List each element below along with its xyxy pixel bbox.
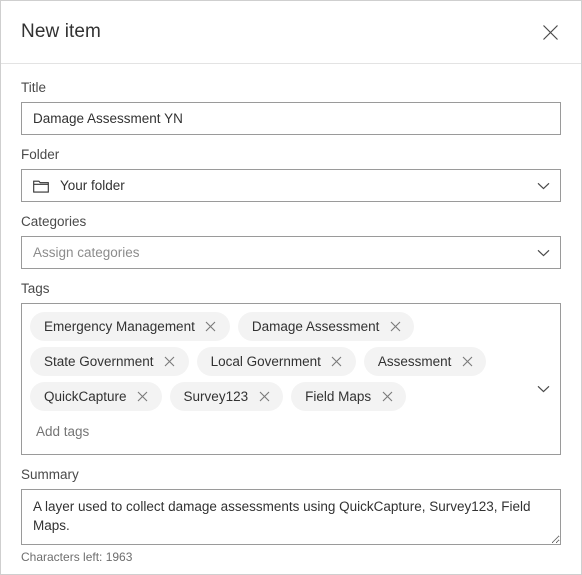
tag-chip-label: QuickCapture	[44, 389, 127, 404]
title-input[interactable]	[21, 102, 561, 135]
tag-chip: Damage Assessment	[237, 312, 415, 341]
categories-label: Categories	[21, 214, 87, 229]
chevron-down-icon	[535, 245, 551, 261]
chevron-down-icon	[535, 178, 551, 194]
tags-label: Tags	[21, 281, 50, 296]
folder-icon	[33, 179, 49, 193]
tag-chip-label: Damage Assessment	[251, 319, 380, 334]
categories-placeholder: Assign categories	[33, 245, 140, 260]
tag-remove-icon[interactable]	[327, 352, 347, 372]
tag-chip: Assessment	[363, 347, 487, 376]
tag-chip-label: Field Maps	[305, 389, 372, 404]
tag-chip-label: State Government	[44, 354, 154, 369]
tag-remove-icon[interactable]	[160, 352, 180, 372]
dialog-body: Title Folder Your folder	[1, 64, 581, 564]
summary-label: Summary	[21, 467, 79, 482]
tag-remove-icon[interactable]	[133, 387, 153, 407]
field-tags: Tags Emergency Management Damage Assessme…	[21, 281, 561, 455]
new-item-dialog: New item Title Folder	[0, 0, 582, 575]
page-title: New item	[21, 21, 101, 42]
tag-chip-label: Survey123	[183, 389, 249, 404]
add-tags-input[interactable]	[30, 421, 276, 441]
title-label: Title	[21, 80, 47, 95]
tag-chip: Local Government	[196, 347, 356, 376]
close-button[interactable]	[533, 15, 567, 49]
tag-chip: Survey123	[169, 382, 284, 411]
tag-remove-icon[interactable]	[377, 387, 397, 407]
categories-select[interactable]: Assign categories	[21, 236, 561, 269]
field-folder: Folder Your folder	[21, 147, 561, 202]
field-categories: Categories Assign categories	[21, 214, 561, 269]
chevron-down-icon[interactable]	[535, 381, 551, 397]
dialog-header: New item	[1, 1, 581, 64]
tag-list: Emergency Management Damage Assessment Sta…	[30, 312, 526, 411]
tag-chip-label: Local Government	[210, 354, 321, 369]
tag-chip: Emergency Management	[30, 312, 230, 341]
tag-chip-label: Emergency Management	[44, 319, 195, 334]
folder-select[interactable]: Your folder	[21, 169, 561, 202]
folder-label: Folder	[21, 147, 60, 162]
tag-chip-label: Assessment	[377, 354, 452, 369]
summary-textarea[interactable]	[21, 489, 561, 545]
tags-container[interactable]: Emergency Management Damage Assessment Sta…	[21, 303, 561, 455]
tag-remove-icon[interactable]	[254, 387, 274, 407]
field-title: Title	[21, 80, 561, 135]
folder-value: Your folder	[60, 178, 125, 193]
characters-left-text: Characters left: 1963	[21, 550, 133, 564]
tag-chip: QuickCapture	[30, 382, 162, 411]
tag-remove-icon[interactable]	[201, 317, 221, 337]
field-summary: Summary Characters left: 1963	[21, 467, 561, 564]
tag-remove-icon[interactable]	[385, 317, 405, 337]
tag-remove-icon[interactable]	[457, 352, 477, 372]
tag-chip: Field Maps	[291, 382, 407, 411]
tag-chip: State Government	[30, 347, 189, 376]
close-icon	[542, 24, 559, 41]
